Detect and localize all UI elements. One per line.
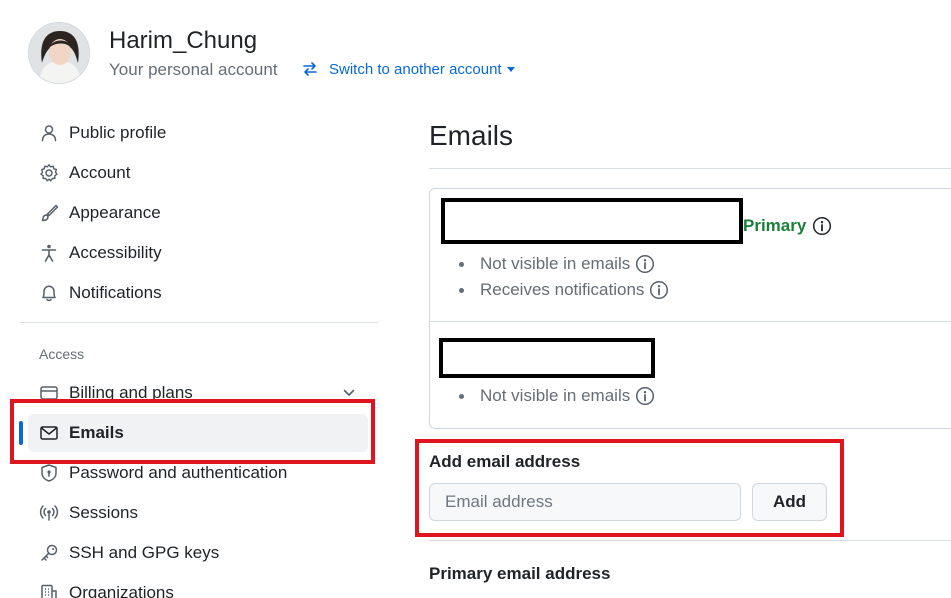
bullet-dot	[459, 393, 464, 399]
bell-icon	[38, 282, 60, 304]
broadcast-icon	[38, 502, 60, 524]
info-icon[interactable]	[635, 386, 655, 406]
add-email-button[interactable]: Add	[752, 483, 827, 521]
section-label-access: Access	[39, 346, 85, 362]
info-icon[interactable]	[649, 280, 669, 300]
caret-down-icon	[506, 66, 515, 72]
sidebar-item-label: Notifications	[69, 283, 162, 302]
sidebar-item-label: Public profile	[69, 123, 167, 142]
sidebar-item-public-profile[interactable]: Public profile	[28, 114, 368, 152]
shield-lock-icon	[38, 462, 60, 484]
sidebar-item-emails[interactable]: Emails	[19, 414, 368, 452]
credit-card-icon	[38, 382, 60, 404]
add-email-label: Add email address	[429, 452, 581, 471]
page-title: Emails	[429, 120, 514, 151]
sidebar-divider	[20, 322, 378, 323]
avatar[interactable]	[28, 22, 90, 84]
email-note-text: Not visible in emails	[480, 254, 631, 273]
sidebar-item-label: Account	[69, 163, 131, 182]
arrows-switch-icon	[303, 62, 317, 76]
accessibility-icon	[38, 242, 60, 264]
primary-badge: Primary	[743, 216, 832, 236]
sidebar-item-organizations[interactable]: Organizations	[28, 574, 368, 598]
gear-icon	[38, 162, 60, 184]
info-icon[interactable]	[812, 216, 832, 236]
avatar-photo	[29, 23, 89, 83]
organization-icon	[38, 582, 60, 598]
email-note-text: Receives notifications	[480, 280, 645, 299]
redacted-email-address	[439, 338, 655, 378]
paintbrush-icon	[38, 202, 60, 224]
sidebar-item-accessibility[interactable]: Accessibility	[28, 234, 368, 272]
key-icon	[38, 542, 60, 564]
primary-email-heading: Primary email address	[429, 564, 611, 583]
sidebar-item-password-authentication[interactable]: Password and authentication	[28, 454, 368, 492]
email-note: Not visible in emails	[459, 386, 655, 406]
email-address-input[interactable]	[429, 483, 741, 521]
email-note: Receives notifications	[459, 280, 669, 300]
email-note: Not visible in emails	[459, 254, 655, 274]
sidebar-item-sessions[interactable]: Sessions	[28, 494, 368, 532]
sidebar-item-label: Organizations	[69, 583, 174, 598]
switch-account-button[interactable]: Switch to another account	[301, 58, 515, 80]
sidebar-item-label: Password and authentication	[69, 463, 288, 482]
chevron-down-icon[interactable]	[342, 385, 356, 405]
sidebar-item-label: Appearance	[69, 203, 161, 222]
bullet-dot	[459, 287, 464, 293]
sidebar-item-label: SSH and GPG keys	[69, 543, 220, 562]
bullet-dot	[459, 261, 464, 267]
person-icon	[38, 122, 60, 144]
username: Harim_Chung	[109, 27, 258, 54]
redacted-email-address	[441, 198, 743, 244]
sidebar-item-account[interactable]: Account	[28, 154, 368, 192]
section-divider	[429, 540, 951, 541]
sidebar-item-notifications[interactable]: Notifications	[28, 274, 368, 312]
email-note-text: Not visible in emails	[480, 386, 631, 405]
info-icon[interactable]	[635, 254, 655, 274]
sidebar-item-label: Emails	[69, 423, 124, 442]
title-divider	[429, 168, 951, 169]
sidebar-item-label: Billing and plans	[69, 383, 193, 402]
sidebar-item-ssh-gpg-keys[interactable]: SSH and GPG keys	[28, 534, 368, 572]
switch-account-label: Switch to another account	[329, 60, 502, 78]
sidebar-item-label: Sessions	[69, 503, 138, 522]
sidebar-item-billing[interactable]: Billing and plans	[28, 374, 368, 412]
sidebar-item-appearance[interactable]: Appearance	[28, 194, 368, 232]
mail-icon	[38, 422, 60, 444]
email-row-divider	[429, 321, 951, 322]
primary-badge-label: Primary	[743, 216, 807, 235]
account-subtitle: Your personal account	[109, 60, 278, 79]
sidebar-item-label: Accessibility	[69, 243, 162, 262]
